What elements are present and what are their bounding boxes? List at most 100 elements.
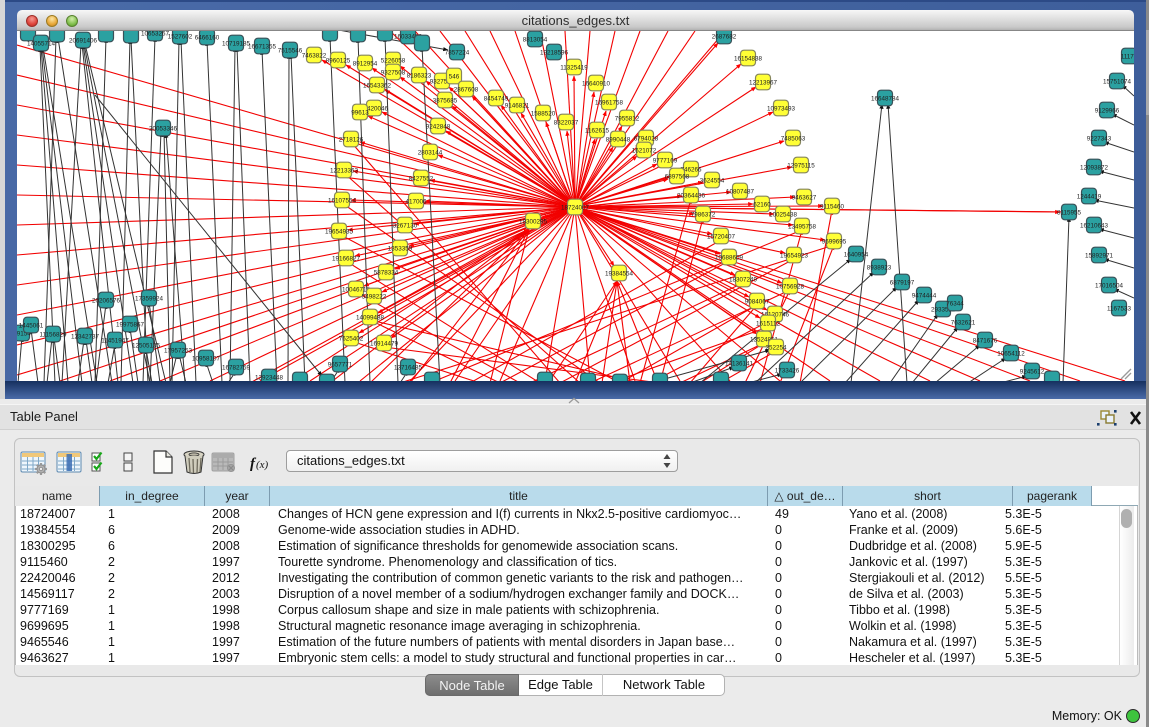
svg-text:1640954: 1640954 [844, 251, 869, 258]
svg-text:8322037: 8322037 [554, 119, 579, 126]
svg-text:1167533: 1167533 [1107, 305, 1132, 312]
svg-text:10958107: 10958107 [192, 355, 221, 362]
svg-text:19218596: 19218596 [540, 49, 569, 56]
svg-text:6879197: 6879197 [890, 279, 915, 286]
svg-text:12923448: 12923448 [255, 374, 284, 381]
svg-text:17016504: 17016504 [1095, 282, 1124, 289]
svg-text:8427552: 8427552 [409, 175, 434, 182]
svg-text:13716485: 13716485 [394, 364, 423, 371]
svg-text:16961758: 16961758 [595, 99, 624, 106]
svg-text:7515546: 7515546 [278, 47, 303, 54]
svg-text:10688609: 10688609 [715, 254, 744, 261]
svg-text:11325419: 11325419 [560, 64, 588, 71]
svg-text:9327508: 9327508 [381, 69, 406, 76]
svg-text:10756928: 10756928 [776, 283, 805, 290]
svg-text:6466160: 6466160 [195, 34, 220, 41]
svg-text:16914479: 16914479 [370, 340, 399, 347]
svg-text:18724007: 18724007 [561, 204, 590, 211]
svg-text:546: 546 [449, 73, 460, 80]
svg-text:7632621: 7632621 [951, 319, 976, 326]
svg-text:19166827: 19166827 [332, 255, 361, 262]
svg-text:99613: 99613 [351, 109, 369, 116]
svg-text:3267130: 3267130 [393, 222, 418, 229]
svg-text:62160: 62160 [753, 201, 771, 208]
svg-text:1244419: 1244419 [1077, 193, 1102, 200]
svg-text:17957253: 17957253 [164, 347, 193, 354]
svg-text:9657771: 9657771 [328, 361, 353, 368]
svg-text:12093872: 12093872 [1080, 164, 1109, 171]
svg-text:8115955: 8115955 [1057, 209, 1082, 216]
svg-text:12975115: 12975115 [787, 162, 815, 169]
svg-text:9227343: 9227343 [1087, 135, 1112, 142]
svg-text:18307249: 18307249 [729, 276, 758, 283]
svg-text:20053346: 20053346 [149, 125, 178, 132]
svg-text:13495758: 13495758 [788, 223, 817, 230]
svg-text:3624554: 3624554 [700, 177, 725, 184]
svg-text:14136141: 14136141 [725, 360, 754, 367]
svg-text:15720407: 15720407 [707, 233, 736, 240]
svg-text:12342737: 12342737 [71, 333, 100, 340]
svg-text:8454749: 8454749 [484, 95, 509, 102]
svg-text:5498222: 5498222 [362, 293, 387, 300]
svg-text:417006: 417006 [405, 198, 427, 205]
svg-text:19654935: 19654935 [325, 228, 354, 235]
svg-text:1162615: 1162615 [585, 127, 610, 134]
svg-text:16543362: 16543362 [363, 82, 392, 89]
svg-text:8960125: 8960125 [326, 57, 351, 64]
svg-text:19975867: 19975867 [116, 321, 145, 328]
svg-text:8912954: 8912954 [353, 60, 378, 67]
svg-text:16648784: 16648784 [871, 95, 900, 102]
svg-text:16782759: 16782759 [222, 364, 251, 371]
svg-text:16640910: 16640910 [582, 80, 611, 87]
svg-text:7625402: 7625402 [339, 335, 364, 342]
svg-text:8813054: 8813054 [523, 36, 548, 43]
svg-text:9777169: 9777169 [653, 157, 678, 164]
svg-text:15892971: 15892971 [1085, 252, 1114, 259]
svg-text:17359924: 17359924 [135, 295, 164, 302]
svg-text:2803144: 2803144 [418, 149, 443, 156]
svg-text:9084067: 9084067 [745, 298, 770, 305]
svg-text:10719185: 10719185 [222, 40, 251, 47]
svg-text:9242848: 9242848 [426, 123, 451, 130]
svg-text:16210643: 16210643 [1080, 222, 1109, 229]
svg-text:8471676: 8471676 [973, 337, 998, 344]
svg-text:252254: 252254 [765, 344, 787, 351]
svg-text:14099488: 14099488 [356, 314, 385, 321]
svg-text:9146821: 9146821 [505, 102, 530, 109]
svg-text:7955812: 7955812 [615, 115, 640, 122]
svg-text:15751074: 15751074 [1103, 78, 1132, 85]
svg-text:12213967: 12213967 [749, 79, 778, 86]
svg-text:1353359: 1353359 [388, 245, 413, 252]
svg-text:3875685: 3875685 [433, 97, 458, 104]
svg-text:10653267: 10653267 [141, 31, 170, 37]
svg-text:11156829: 11156829 [39, 331, 67, 338]
svg-text:18300295: 18300295 [519, 218, 548, 225]
svg-text:7857224: 7857224 [445, 49, 470, 56]
svg-text:9245612: 9245612 [1020, 368, 1045, 375]
svg-text:10654112: 10654112 [997, 350, 1025, 357]
svg-text:10025438: 10025438 [769, 211, 798, 218]
svg-text:9474444: 9474444 [912, 292, 937, 299]
svg-text:9699695: 9699695 [822, 238, 847, 245]
svg-text:10807487: 10807487 [726, 188, 755, 195]
svg-text:9129966: 9129966 [1095, 107, 1120, 114]
svg-text:12213363: 12213363 [330, 167, 359, 174]
svg-text:9115460: 9115460 [820, 203, 845, 210]
svg-text:11175: 11175 [1121, 53, 1134, 60]
svg-text:10973493: 10973493 [767, 105, 796, 112]
svg-text:9463627: 9463627 [792, 194, 817, 201]
svg-text:76344: 76344 [946, 300, 964, 307]
svg-text:1527602: 1527602 [168, 33, 193, 40]
svg-text:1621072: 1621072 [632, 147, 657, 154]
svg-text:2718126: 2718126 [339, 136, 364, 143]
svg-text:7463822: 7463822 [302, 52, 327, 59]
svg-text:5878334: 5878334 [374, 269, 399, 276]
svg-text:16107554: 16107554 [328, 197, 357, 204]
svg-text:19384554: 19384554 [605, 270, 634, 277]
svg-text:2687682: 2687682 [712, 33, 737, 40]
svg-text:8938923: 8938923 [867, 264, 892, 271]
svg-text:7986372: 7986372 [691, 211, 716, 218]
svg-text:8186323: 8186323 [407, 72, 432, 79]
svg-text:1733426: 1733426 [775, 367, 800, 374]
svg-text:11451947: 11451947 [101, 337, 129, 344]
